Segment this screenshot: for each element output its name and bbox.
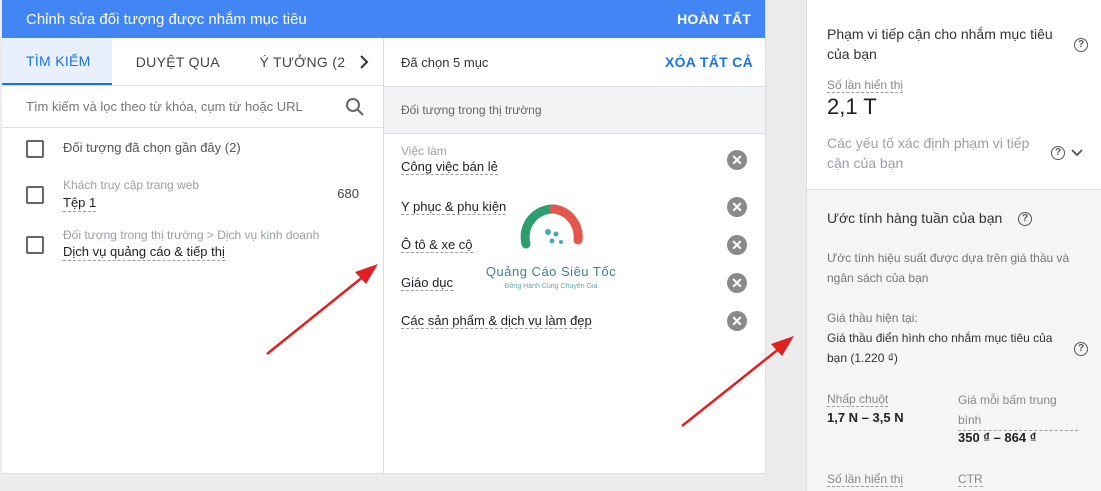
selected-item-label: Y phục & phụ kiện xyxy=(401,199,507,215)
estimates-sidebar: Phạm vi tiếp cận cho nhắm mục tiêu của b… xyxy=(806,0,1101,491)
remove-icon[interactable]: ✕ xyxy=(727,197,747,217)
list-item-website-visitors[interactable]: Khách truy cập trang web Tệp 1 680 xyxy=(26,178,359,212)
remove-icon[interactable]: ✕ xyxy=(727,273,747,293)
reach-factors-label: Các yếu tố xác định phạm vi tiếp cận của… xyxy=(827,135,1030,171)
clicks-value: 1,7 N – 3,5 N xyxy=(827,410,904,425)
clicks-label: Nhấp chuột xyxy=(827,392,889,407)
help-icon[interactable]: ? xyxy=(1018,212,1032,226)
search-bar xyxy=(2,86,383,128)
remove-icon[interactable]: ✕ xyxy=(727,235,747,255)
reach-section: Phạm vi tiếp cận cho nhắm mục tiêu của b… xyxy=(807,0,1101,190)
current-bid-text: Giá thầu điển hình cho nhắm mục tiêu của… xyxy=(827,331,1053,365)
selected-item-label: Công việc bán lẻ xyxy=(401,159,498,175)
reach-impressions-label: Số lần hiển thị xyxy=(827,78,904,93)
done-button[interactable]: HOÀN TẤT xyxy=(677,11,751,27)
selected-item: Giáo dục ✕ xyxy=(401,273,747,293)
remove-icon[interactable]: ✕ xyxy=(727,311,747,331)
help-icon[interactable]: ? xyxy=(1051,146,1065,160)
selected-item-label: Các sản phẩm & dịch vụ làm đẹp xyxy=(401,313,592,329)
selected-group-title: Đối tượng trong thị trường xyxy=(384,86,765,134)
editor-title: Chỉnh sửa đối tượng được nhắm mục tiêu xyxy=(26,10,307,28)
list-item-label: Đối tượng đã chọn gần đây (2) xyxy=(63,140,241,155)
cpc-value: 350 ₫ – 864 ₫ xyxy=(958,430,1037,445)
reach-title: Phạm vi tiếp cận cho nhắm mục tiêu của b… xyxy=(827,26,1053,62)
current-bid-label: Giá thầu hiện tại: xyxy=(827,311,918,325)
selected-header: Đã chọn 5 mục XÓA TẤT CẢ xyxy=(384,38,765,86)
checkbox[interactable] xyxy=(26,140,44,158)
weekly-description: Ước tính hiệu suất được dựa trên giá thầ… xyxy=(827,251,1070,285)
chevron-down-icon[interactable] xyxy=(1071,148,1083,158)
selected-count: Đã chọn 5 mục xyxy=(401,54,489,70)
selected-item-category: Việc làm xyxy=(401,144,447,158)
search-input[interactable] xyxy=(26,99,345,114)
tab-search[interactable]: TÌM KIẾM xyxy=(2,38,112,85)
tab-browse[interactable]: DUYỆT QUA xyxy=(112,38,236,85)
cpc-label: Giá mỗi bấm trung bình xyxy=(958,390,1078,431)
list-item-category: Khách truy cập trang web xyxy=(63,178,200,192)
list-item-advertising-services[interactable]: Đối tượng trong thị trường > Dịch vụ kin… xyxy=(26,228,359,261)
search-column: TÌM KIẾM DUYỆT QUA Ý TƯỞNG (29 Đối tượng… xyxy=(2,38,384,473)
remove-icon[interactable]: ✕ xyxy=(727,150,747,170)
tab-ideas[interactable]: Ý TƯỞNG (29 xyxy=(235,38,345,85)
list-item-recent[interactable]: Đối tượng đã chọn gần đây (2) xyxy=(26,140,359,158)
list-item-label: Dịch vụ quảng cáo & tiếp thị xyxy=(63,244,225,261)
selected-item: Ô tô & xe cộ ✕ xyxy=(401,235,747,255)
weekly-impressions-label: Số lần hiển thị xyxy=(827,472,904,487)
list-item-label: Tệp 1 xyxy=(63,195,97,212)
editor-header: Chỉnh sửa đối tượng được nhắm mục tiêu H… xyxy=(2,0,765,38)
reach-impressions-value: 2,1 T xyxy=(827,94,877,119)
selected-item-label: Giáo dục xyxy=(401,275,454,291)
selected-item: Các sản phẩm & dịch vụ làm đẹp ✕ xyxy=(401,311,747,331)
audience-editor-panel: Chỉnh sửa đối tượng được nhắm mục tiêu H… xyxy=(2,0,766,474)
selected-column: Đã chọn 5 mục XÓA TẤT CẢ Đối tượng trong… xyxy=(384,38,765,473)
weekly-title: Ước tính hàng tuần của bạn xyxy=(827,210,1003,226)
chevron-right-icon[interactable] xyxy=(345,38,383,85)
selected-item-label: Ô tô & xe cộ xyxy=(401,237,473,253)
list-item-category: Đối tượng trong thị trường > Dịch vụ kin… xyxy=(63,228,320,242)
checkbox[interactable] xyxy=(26,236,44,254)
checkbox[interactable] xyxy=(26,186,44,204)
help-icon[interactable]: ? xyxy=(1074,342,1088,356)
ctr-label: CTR xyxy=(958,472,983,487)
weekly-estimates-section: Ước tính hàng tuần của bạn ? Ước tính hi… xyxy=(807,190,1101,491)
clear-all-button[interactable]: XÓA TẤT CẢ xyxy=(665,54,753,70)
tab-bar: TÌM KIẾM DUYỆT QUA Ý TƯỞNG (29 xyxy=(2,38,383,86)
search-icon[interactable] xyxy=(345,97,365,117)
selected-item: Việc làm Công việc bán lẻ ✕ xyxy=(401,144,747,176)
list-item-count: 680 xyxy=(337,186,359,201)
help-icon[interactable]: ? xyxy=(1074,38,1088,52)
selected-item: Y phục & phụ kiện ✕ xyxy=(401,197,747,217)
